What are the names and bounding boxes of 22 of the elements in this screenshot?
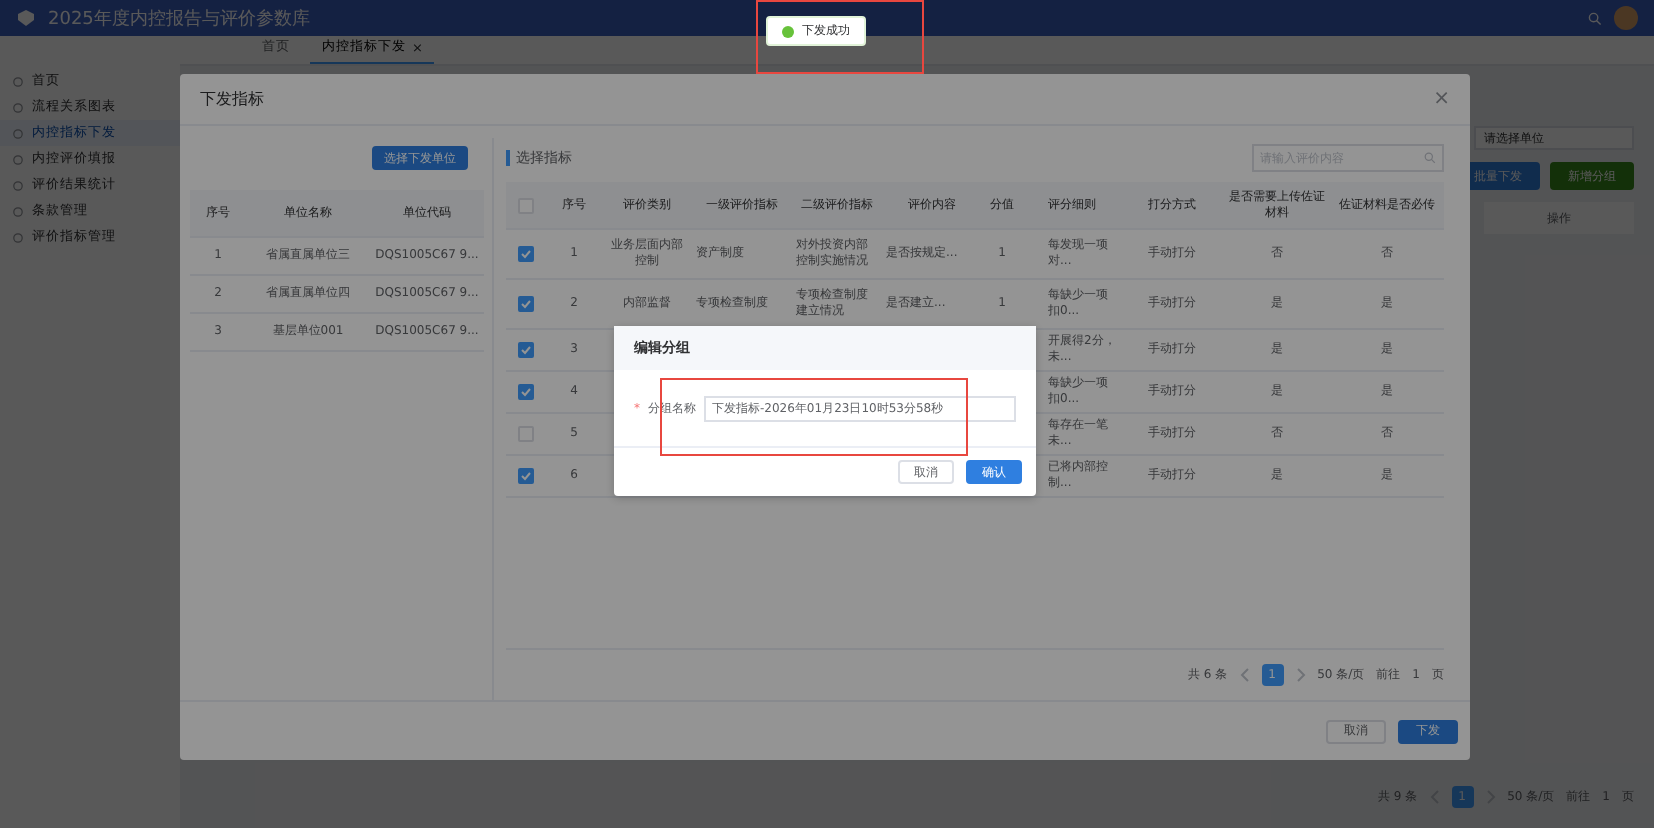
logo-icon [16,8,36,28]
row-checkbox[interactable] [518,468,534,484]
menu-item-icon [12,75,24,87]
menu-item-icon [12,153,24,165]
menu-item-icon [12,231,24,243]
prev-page-icon[interactable] [1239,668,1250,682]
success-icon [782,25,794,37]
close-button[interactable]: × [1433,88,1450,110]
menu-item-icon [12,127,24,139]
row-checkbox[interactable] [518,296,534,312]
next-page-icon[interactable] [1295,668,1306,682]
row-checkbox[interactable] [518,384,534,400]
user-avatar[interactable] [1614,6,1638,30]
search-icon[interactable] [1588,11,1602,25]
app-title: 2025年度内控报告与评价参数库 [48,7,310,31]
search-icon [1424,152,1436,164]
menu-item-icon [12,101,24,113]
modal-title: 下发指标 [200,88,264,110]
menu-item-icon [12,205,24,217]
row-checkbox[interactable] [518,246,534,262]
menu-item-icon [12,179,24,191]
row-checkbox[interactable] [518,342,534,358]
